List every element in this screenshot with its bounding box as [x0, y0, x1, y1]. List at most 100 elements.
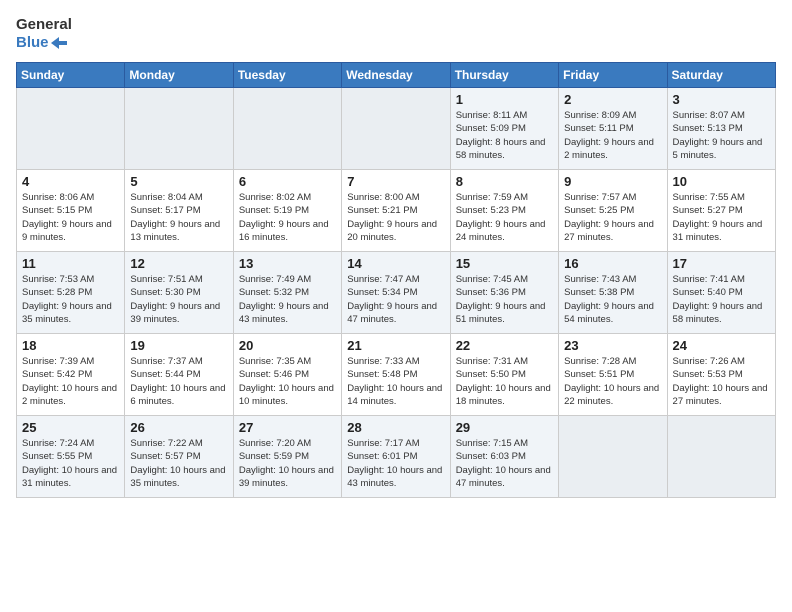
calendar-day-cell: 29 Sunrise: 7:15 AM Sunset: 6:03 PM Dayli…	[450, 416, 558, 498]
calendar-day-cell: 3 Sunrise: 8:07 AM Sunset: 5:13 PM Daylig…	[667, 88, 775, 170]
day-number: 21	[347, 338, 444, 353]
calendar-day-cell: 11 Sunrise: 7:53 AM Sunset: 5:28 PM Dayli…	[17, 252, 125, 334]
day-number: 16	[564, 256, 661, 271]
calendar-table: SundayMondayTuesdayWednesdayThursdayFrid…	[16, 62, 776, 498]
day-info: Sunrise: 7:53 AM Sunset: 5:28 PM Dayligh…	[22, 273, 119, 326]
calendar-day-cell: 9 Sunrise: 7:57 AM Sunset: 5:25 PM Daylig…	[559, 170, 667, 252]
logo-arrow-icon	[51, 37, 67, 49]
day-number: 23	[564, 338, 661, 353]
day-info: Sunrise: 7:55 AM Sunset: 5:27 PM Dayligh…	[673, 191, 770, 244]
day-number: 11	[22, 256, 119, 271]
day-info: Sunrise: 7:47 AM Sunset: 5:34 PM Dayligh…	[347, 273, 444, 326]
calendar-day-cell: 7 Sunrise: 8:00 AM Sunset: 5:21 PM Daylig…	[342, 170, 450, 252]
calendar-day-cell: 25 Sunrise: 7:24 AM Sunset: 5:55 PM Dayli…	[17, 416, 125, 498]
day-number: 29	[456, 420, 553, 435]
day-info: Sunrise: 7:17 AM Sunset: 6:01 PM Dayligh…	[347, 437, 444, 490]
day-number: 26	[130, 420, 227, 435]
calendar-day-cell: 2 Sunrise: 8:09 AM Sunset: 5:11 PM Daylig…	[559, 88, 667, 170]
calendar-week-row: 4 Sunrise: 8:06 AM Sunset: 5:15 PM Daylig…	[17, 170, 776, 252]
logo-blue: Blue	[16, 34, 67, 52]
day-number: 3	[673, 92, 770, 107]
calendar-day-cell: 8Sunrise: 7:59 AM Sunset: 5:23 PM Daylig…	[450, 170, 558, 252]
day-number: 5	[130, 174, 227, 189]
weekday-header-friday: Friday	[559, 63, 667, 88]
day-info: Sunrise: 7:39 AM Sunset: 5:42 PM Dayligh…	[22, 355, 119, 408]
calendar-day-cell	[342, 88, 450, 170]
logo-general: General	[16, 16, 72, 34]
calendar-day-cell: 24Sunrise: 7:26 AM Sunset: 5:53 PM Dayli…	[667, 334, 775, 416]
calendar-day-cell: 20 Sunrise: 7:35 AM Sunset: 5:46 PM Dayli…	[233, 334, 341, 416]
day-info: Sunrise: 7:37 AM Sunset: 5:44 PM Dayligh…	[130, 355, 227, 408]
calendar-day-cell: 4 Sunrise: 8:06 AM Sunset: 5:15 PM Daylig…	[17, 170, 125, 252]
day-info: Sunrise: 7:33 AM Sunset: 5:48 PM Dayligh…	[347, 355, 444, 408]
weekday-header-tuesday: Tuesday	[233, 63, 341, 88]
calendar-day-cell: 28 Sunrise: 7:17 AM Sunset: 6:01 PM Dayli…	[342, 416, 450, 498]
day-info: Sunrise: 7:15 AM Sunset: 6:03 PM Dayligh…	[456, 437, 553, 490]
logo: General Blue	[16, 16, 72, 52]
day-number: 7	[347, 174, 444, 189]
calendar-day-cell: 26 Sunrise: 7:22 AM Sunset: 5:57 PM Dayli…	[125, 416, 233, 498]
day-info: Sunrise: 7:43 AM Sunset: 5:38 PM Dayligh…	[564, 273, 661, 326]
day-info: Sunrise: 8:02 AM Sunset: 5:19 PM Dayligh…	[239, 191, 336, 244]
calendar-week-row: 11 Sunrise: 7:53 AM Sunset: 5:28 PM Dayli…	[17, 252, 776, 334]
day-info: Sunrise: 7:35 AM Sunset: 5:46 PM Dayligh…	[239, 355, 336, 408]
day-info: Sunrise: 8:07 AM Sunset: 5:13 PM Dayligh…	[673, 109, 770, 162]
calendar-day-cell	[125, 88, 233, 170]
calendar-day-cell: 16 Sunrise: 7:43 AM Sunset: 5:38 PM Dayli…	[559, 252, 667, 334]
day-number: 10	[673, 174, 770, 189]
day-number: 18	[22, 338, 119, 353]
day-info: Sunrise: 8:09 AM Sunset: 5:11 PM Dayligh…	[564, 109, 661, 162]
calendar-day-cell: 19 Sunrise: 7:37 AM Sunset: 5:44 PM Dayli…	[125, 334, 233, 416]
calendar-week-row: 1 Sunrise: 8:11 AM Sunset: 5:09 PM Daylig…	[17, 88, 776, 170]
page-header: General Blue	[16, 16, 776, 52]
day-info: Sunrise: 7:41 AM Sunset: 5:40 PM Dayligh…	[673, 273, 770, 326]
day-info: Sunrise: 7:51 AM Sunset: 5:30 PM Dayligh…	[130, 273, 227, 326]
calendar-day-cell: 10 Sunrise: 7:55 AM Sunset: 5:27 PM Dayli…	[667, 170, 775, 252]
calendar-page: General Blue SundayMondayTuesdayWednesda…	[0, 0, 792, 506]
calendar-day-cell: 14 Sunrise: 7:47 AM Sunset: 5:34 PM Dayli…	[342, 252, 450, 334]
day-info: Sunrise: 7:31 AM Sunset: 5:50 PM Dayligh…	[456, 355, 553, 408]
day-number: 14	[347, 256, 444, 271]
day-info: Sunrise: 7:45 AM Sunset: 5:36 PM Dayligh…	[456, 273, 553, 326]
weekday-header-monday: Monday	[125, 63, 233, 88]
day-number: 1	[456, 92, 553, 107]
weekday-header-saturday: Saturday	[667, 63, 775, 88]
calendar-day-cell: 27 Sunrise: 7:20 AM Sunset: 5:59 PM Dayli…	[233, 416, 341, 498]
calendar-day-cell: 6 Sunrise: 8:02 AM Sunset: 5:19 PM Daylig…	[233, 170, 341, 252]
day-number: 27	[239, 420, 336, 435]
calendar-day-cell: 17 Sunrise: 7:41 AM Sunset: 5:40 PM Dayli…	[667, 252, 775, 334]
day-number: 8	[456, 174, 553, 189]
weekday-header-sunday: Sunday	[17, 63, 125, 88]
day-number: 25	[22, 420, 119, 435]
day-number: 19	[130, 338, 227, 353]
calendar-day-cell: 13Sunrise: 7:49 AM Sunset: 5:32 PM Dayli…	[233, 252, 341, 334]
day-number: 9	[564, 174, 661, 189]
day-info: Sunrise: 8:04 AM Sunset: 5:17 PM Dayligh…	[130, 191, 227, 244]
calendar-day-cell	[559, 416, 667, 498]
weekday-header-wednesday: Wednesday	[342, 63, 450, 88]
day-number: 6	[239, 174, 336, 189]
calendar-day-cell: 22Sunrise: 7:31 AM Sunset: 5:50 PM Dayli…	[450, 334, 558, 416]
day-info: Sunrise: 8:06 AM Sunset: 5:15 PM Dayligh…	[22, 191, 119, 244]
logo-container: General Blue	[16, 16, 72, 52]
day-info: Sunrise: 7:57 AM Sunset: 5:25 PM Dayligh…	[564, 191, 661, 244]
day-info: Sunrise: 7:20 AM Sunset: 5:59 PM Dayligh…	[239, 437, 336, 490]
day-number: 2	[564, 92, 661, 107]
day-number: 13	[239, 256, 336, 271]
calendar-day-cell: 5 Sunrise: 8:04 AM Sunset: 5:17 PM Daylig…	[125, 170, 233, 252]
calendar-day-cell: 21 Sunrise: 7:33 AM Sunset: 5:48 PM Dayli…	[342, 334, 450, 416]
day-info: Sunrise: 8:11 AM Sunset: 5:09 PM Dayligh…	[456, 109, 553, 162]
weekday-header-thursday: Thursday	[450, 63, 558, 88]
day-info: Sunrise: 7:22 AM Sunset: 5:57 PM Dayligh…	[130, 437, 227, 490]
calendar-day-cell	[233, 88, 341, 170]
day-number: 4	[22, 174, 119, 189]
day-number: 20	[239, 338, 336, 353]
calendar-week-row: 18 Sunrise: 7:39 AM Sunset: 5:42 PM Dayli…	[17, 334, 776, 416]
day-number: 17	[673, 256, 770, 271]
calendar-day-cell: 18 Sunrise: 7:39 AM Sunset: 5:42 PM Dayli…	[17, 334, 125, 416]
day-info: Sunrise: 8:00 AM Sunset: 5:21 PM Dayligh…	[347, 191, 444, 244]
day-number: 28	[347, 420, 444, 435]
calendar-day-cell	[667, 416, 775, 498]
day-info: Sunrise: 7:28 AM Sunset: 5:51 PM Dayligh…	[564, 355, 661, 408]
day-info: Sunrise: 7:24 AM Sunset: 5:55 PM Dayligh…	[22, 437, 119, 490]
